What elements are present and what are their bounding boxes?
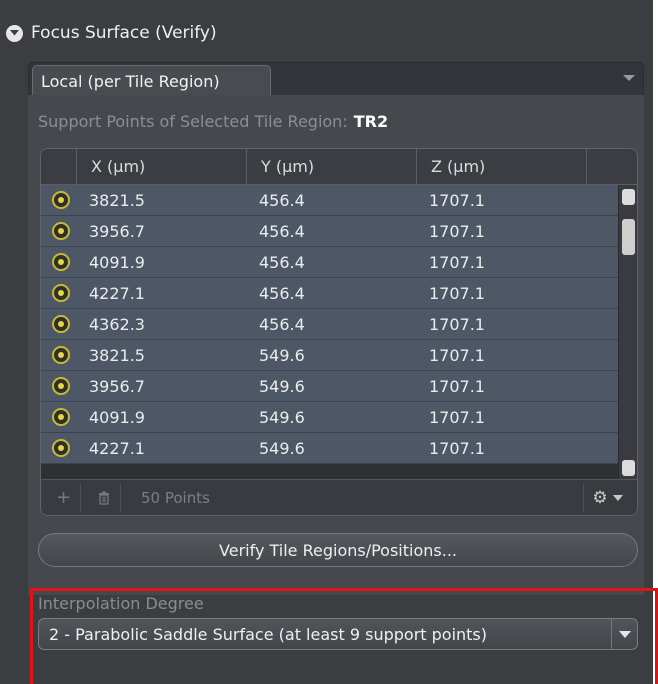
cell-z: 1707.1 bbox=[429, 190, 485, 210]
focus-point-icon bbox=[52, 284, 70, 302]
delete-point-button[interactable] bbox=[87, 483, 121, 512]
focus-point-icon bbox=[52, 191, 70, 209]
cell-z: 1707.1 bbox=[429, 252, 485, 272]
row-icon-cell bbox=[41, 253, 77, 271]
header-z[interactable]: Z (µm) bbox=[417, 149, 587, 185]
points-count: 50 Points bbox=[141, 488, 210, 507]
tab-menu-arrow-icon[interactable] bbox=[623, 75, 635, 81]
row-icon-cell bbox=[41, 408, 77, 426]
table-row[interactable]: 3821.5 549.6 1707.1 bbox=[41, 340, 618, 371]
table-body: 3821.5 456.4 1707.1 3956.7 456.4 1707.1 … bbox=[41, 185, 618, 480]
app-window: Focus Surface (Verify) Local (per Tile R… bbox=[0, 0, 658, 684]
cell-x: 3821.5 bbox=[89, 345, 145, 365]
support-points-table: X (µm) Y (µm) Z (µm) 3821.5 456.4 1707.1… bbox=[40, 148, 638, 516]
focus-point-icon bbox=[52, 408, 70, 426]
cell-y: 456.4 bbox=[259, 190, 305, 210]
cell-z: 1707.1 bbox=[429, 345, 485, 365]
gear-icon: ⚙ bbox=[592, 488, 608, 508]
tile-region-name: TR2 bbox=[353, 112, 389, 131]
support-points-text: Support Points of Selected Tile Region: bbox=[38, 112, 348, 131]
tab-label: Local (per Tile Region) bbox=[41, 71, 220, 91]
focus-point-icon bbox=[52, 253, 70, 271]
cell-y: 549.6 bbox=[259, 376, 305, 396]
cell-y: 549.6 bbox=[259, 345, 305, 365]
cell-y: 456.4 bbox=[259, 221, 305, 241]
table-header: X (µm) Y (µm) Z (µm) bbox=[41, 149, 637, 185]
table-row[interactable]: 4091.9 456.4 1707.1 bbox=[41, 247, 618, 278]
table-row[interactable]: 4227.1 456.4 1707.1 bbox=[41, 278, 618, 309]
cell-z: 1707.1 bbox=[429, 438, 485, 458]
trash-icon bbox=[98, 491, 109, 505]
cell-x: 4362.3 bbox=[89, 314, 145, 334]
cell-y: 456.4 bbox=[259, 283, 305, 303]
section-title: Focus Surface (Verify) bbox=[31, 23, 217, 43]
cell-x: 3956.7 bbox=[89, 221, 145, 241]
tab-bar: Local (per Tile Region) bbox=[28, 62, 644, 96]
cell-z: 1707.1 bbox=[429, 283, 485, 303]
circle-chevron-down-icon[interactable] bbox=[6, 24, 23, 42]
row-icon-cell bbox=[41, 222, 77, 240]
cell-x: 4227.1 bbox=[89, 438, 145, 458]
scroll-up-button[interactable] bbox=[622, 189, 635, 205]
focus-point-icon bbox=[52, 377, 70, 395]
scroll-thumb[interactable] bbox=[622, 219, 635, 255]
row-icon-cell bbox=[41, 346, 77, 364]
table-toolbar: + 50 Points ⚙ bbox=[41, 479, 637, 515]
interpolation-selected-value: 2 - Parabolic Saddle Surface (at least 9… bbox=[49, 624, 488, 644]
plus-icon: + bbox=[55, 487, 72, 508]
header-spacer bbox=[587, 149, 637, 185]
section-header-focus-surface[interactable]: Focus Surface (Verify) bbox=[6, 20, 217, 46]
row-icon-cell bbox=[41, 377, 77, 395]
table-row[interactable]: 4227.1 549.6 1707.1 bbox=[41, 433, 618, 464]
row-icon-cell bbox=[41, 191, 77, 209]
header-x[interactable]: X (µm) bbox=[77, 149, 247, 185]
focus-point-icon bbox=[52, 315, 70, 333]
focus-surface-panel: Focus Surface (Verify) Local (per Tile R… bbox=[0, 0, 653, 684]
cell-y: 549.6 bbox=[259, 407, 305, 427]
cell-z: 1707.1 bbox=[429, 407, 485, 427]
cell-x: 3956.7 bbox=[89, 376, 145, 396]
scroll-down-button[interactable] bbox=[622, 460, 635, 476]
table-row[interactable]: 3821.5 456.4 1707.1 bbox=[41, 185, 618, 216]
table-row[interactable]: 4091.9 549.6 1707.1 bbox=[41, 402, 618, 433]
support-points-label: Support Points of Selected Tile Region: T… bbox=[38, 112, 388, 131]
header-y[interactable]: Y (µm) bbox=[247, 149, 417, 185]
cell-x: 4227.1 bbox=[89, 283, 145, 303]
cell-x: 4091.9 bbox=[89, 252, 145, 272]
table-row[interactable]: 4362.3 456.4 1707.1 bbox=[41, 309, 618, 340]
row-icon-cell bbox=[41, 439, 77, 457]
interpolation-degree-select[interactable]: 2 - Parabolic Saddle Surface (at least 9… bbox=[38, 618, 638, 650]
tab-local-per-tile-region[interactable]: Local (per Tile Region) bbox=[32, 65, 271, 96]
cell-y: 549.6 bbox=[259, 438, 305, 458]
verify-tile-regions-button[interactable]: Verify Tile Regions/Positions... bbox=[38, 533, 638, 567]
settings-menu-button[interactable]: ⚙ bbox=[583, 484, 631, 512]
cell-z: 1707.1 bbox=[429, 314, 485, 334]
dropdown-arrow-icon[interactable] bbox=[611, 619, 637, 649]
focus-point-icon bbox=[52, 222, 70, 240]
focus-point-icon bbox=[52, 346, 70, 364]
interpolation-degree-label: Interpolation Degree bbox=[38, 594, 204, 613]
cell-x: 3821.5 bbox=[89, 190, 145, 210]
header-icon-column bbox=[41, 149, 77, 185]
cell-z: 1707.1 bbox=[429, 376, 485, 396]
cell-y: 456.4 bbox=[259, 252, 305, 272]
cell-z: 1707.1 bbox=[429, 221, 485, 241]
table-row[interactable]: 3956.7 549.6 1707.1 bbox=[41, 371, 618, 402]
focus-point-icon bbox=[52, 439, 70, 457]
add-point-button[interactable]: + bbox=[47, 483, 81, 512]
cell-y: 456.4 bbox=[259, 314, 305, 334]
table-row[interactable]: 3956.7 456.4 1707.1 bbox=[41, 216, 618, 247]
chevron-down-icon bbox=[612, 495, 623, 501]
row-icon-cell bbox=[41, 315, 77, 333]
cell-x: 4091.9 bbox=[89, 407, 145, 427]
row-icon-cell bbox=[41, 284, 77, 302]
table-scrollbar[interactable] bbox=[618, 185, 637, 480]
